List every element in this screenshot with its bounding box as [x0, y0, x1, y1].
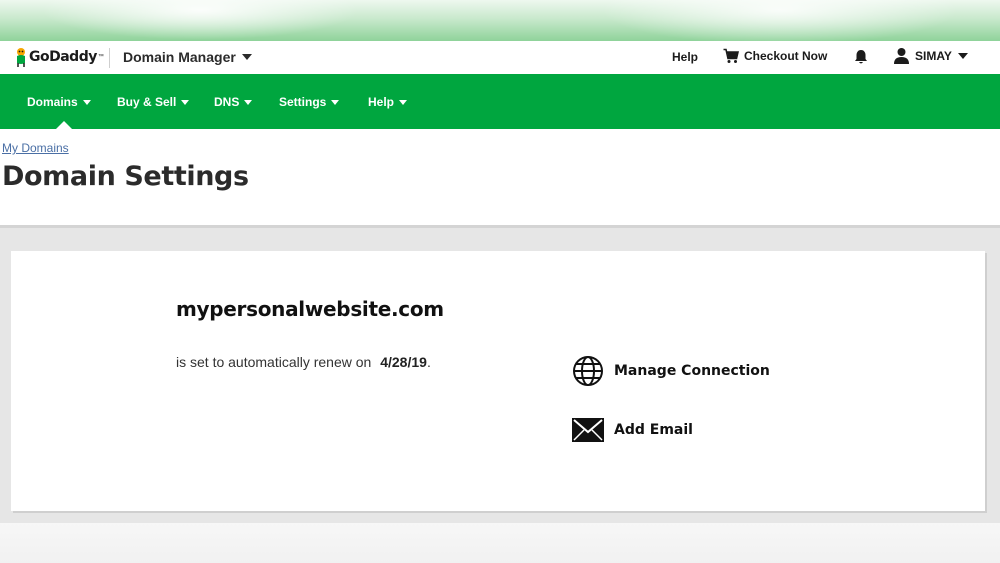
- add-email-button[interactable]: Add Email: [572, 417, 693, 443]
- nav-item-label: Domains: [27, 95, 78, 109]
- renew-date: 4/28/19: [380, 354, 427, 370]
- renew-suffix: .: [426, 354, 431, 370]
- nav-item-label: DNS: [214, 95, 240, 109]
- godaddy-logo-icon: [14, 47, 28, 67]
- nav-item-label: Buy & Sell: [117, 95, 177, 109]
- bottom-strip: [0, 523, 1000, 563]
- top-banner: [0, 0, 1000, 41]
- checkout-now-button[interactable]: Checkout Now: [723, 48, 827, 64]
- header-divider: [109, 48, 110, 68]
- nav-item-dns[interactable]: DNS: [214, 95, 253, 109]
- chevron-down-icon: [957, 52, 968, 59]
- renew-text: is set to automatically renew on: [176, 354, 372, 370]
- breadcrumb-my-domains[interactable]: My Domains: [2, 141, 69, 155]
- chevron-down-icon: [331, 99, 340, 105]
- bell-icon: [855, 50, 867, 64]
- chevron-down-icon: [244, 99, 253, 105]
- nav-item-buy-sell[interactable]: Buy & Sell: [117, 95, 190, 109]
- nav-item-label: Settings: [279, 95, 327, 109]
- domain-manager-menu[interactable]: Domain Manager: [123, 49, 252, 65]
- app-title-label: Domain Manager: [123, 49, 236, 65]
- checkout-label: Checkout Now: [744, 49, 828, 63]
- page-title: Domain Settings: [2, 161, 249, 192]
- domain-name: mypersonalwebsite.com: [176, 297, 444, 321]
- nav-item-help[interactable]: Help: [368, 95, 408, 109]
- chevron-down-icon: [181, 99, 190, 105]
- notifications-button[interactable]: [854, 49, 868, 70]
- logo-trademark: ™: [97, 54, 104, 60]
- envelope-icon: [572, 418, 604, 442]
- manage-connection-button[interactable]: Manage Connection: [572, 355, 770, 387]
- main-nav: Domains Buy & Sell DNS Settings Help: [0, 74, 1000, 129]
- manage-connection-label: Manage Connection: [614, 363, 770, 379]
- cart-icon: [723, 48, 739, 63]
- domain-card: mypersonalwebsite.com is set to automati…: [11, 251, 985, 511]
- chevron-down-icon: [241, 54, 252, 60]
- add-email-label: Add Email: [614, 422, 693, 438]
- user-account-menu[interactable]: SIMAY: [893, 47, 968, 64]
- nav-item-domains[interactable]: Domains: [27, 95, 91, 109]
- chevron-down-icon: [399, 99, 408, 105]
- chevron-down-icon: [82, 99, 91, 105]
- nav-item-label: Help: [368, 95, 395, 109]
- user-name: SIMAY: [915, 48, 952, 63]
- godaddy-logo[interactable]: GoDaddy ™: [14, 44, 104, 70]
- auto-renew-status: is set to automatically renew on 4/28/19…: [176, 354, 431, 370]
- active-nav-pointer: [56, 121, 72, 129]
- user-icon: [894, 48, 909, 64]
- logo-text: GoDaddy: [29, 49, 97, 65]
- top-header: GoDaddy ™ Domain Manager Help Checkout N…: [0, 41, 1000, 74]
- header-help-link[interactable]: Help: [672, 50, 698, 64]
- globe-icon: [573, 356, 603, 386]
- nav-item-settings[interactable]: Settings: [279, 95, 340, 109]
